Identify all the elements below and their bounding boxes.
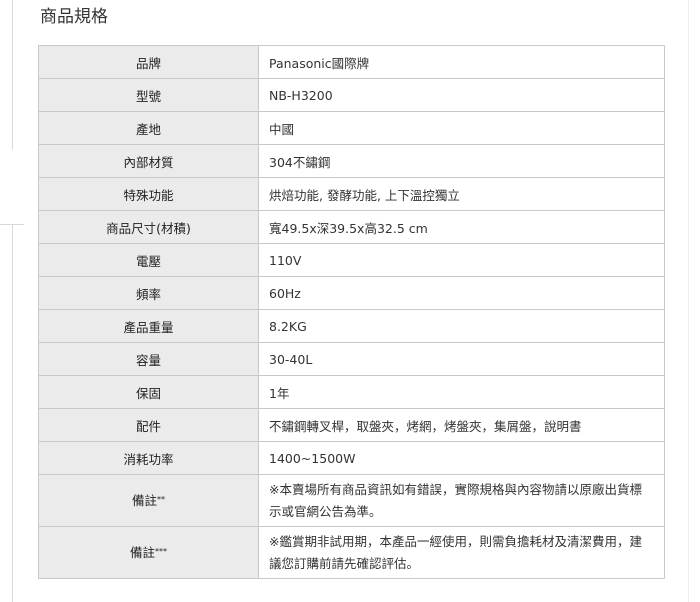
spec-label: 產品重量: [38, 309, 259, 343]
spec-row-voltage: 電壓 110V: [38, 243, 665, 277]
spec-value: Panasonic國際牌: [258, 45, 665, 79]
spec-value: 烘焙功能, 發酵功能, 上下溫控獨立: [258, 177, 665, 211]
note-mark: **: [157, 495, 165, 504]
spec-label: 消耗功率: [38, 441, 259, 475]
spec-label: 備註: [131, 493, 157, 508]
spec-table: 品牌 Panasonic國際牌 型號 NB-H3200 產地 中國 內部材質 3…: [38, 45, 665, 579]
spec-value: ※本賣場所有商品資訊如有錯誤，實際規格與內容物請以原廠出貨標示或官網公告為準。: [258, 474, 665, 527]
spec-row-model: 型號 NB-H3200: [38, 78, 665, 112]
spec-label: 配件: [38, 408, 259, 442]
spec-label-cell: 備註***: [38, 526, 259, 579]
spec-row-brand: 品牌 Panasonic國際牌: [38, 45, 665, 79]
spec-row-origin: 產地 中國: [38, 111, 665, 145]
spec-row-accessories: 配件 不鏽鋼轉叉桿，取盤夾，烤網，烤盤夾，集屑盤，說明書: [38, 408, 665, 442]
note-mark: ***: [155, 547, 167, 556]
spec-row-power: 消耗功率 1400~1500W: [38, 441, 665, 475]
spec-value: NB-H3200: [258, 78, 665, 112]
spec-label: 特殊功能: [38, 177, 259, 211]
spec-label: 品牌: [38, 45, 259, 79]
spec-value: 不鏽鋼轉叉桿，取盤夾，烤網，烤盤夾，集屑盤，說明書: [258, 408, 665, 442]
spec-value: 8.2KG: [258, 309, 665, 343]
spec-row-material: 內部材質 304不鏽鋼: [38, 144, 665, 178]
spec-label: 產地: [38, 111, 259, 145]
spec-label: 內部材質: [38, 144, 259, 178]
spec-label: 容量: [38, 342, 259, 376]
spec-row-note-2: 備註*** ※鑑賞期非試用期，本產品一經使用，則需負擔耗材及清潔費用，建議您訂購…: [38, 526, 665, 579]
spec-row-features: 特殊功能 烘焙功能, 發酵功能, 上下溫控獨立: [38, 177, 665, 211]
spec-label: 商品尺寸(材積): [38, 210, 259, 244]
spec-row-weight: 產品重量 8.2KG: [38, 309, 665, 343]
spec-value: 1年: [258, 375, 665, 409]
spec-label-cell: 備註**: [38, 474, 259, 527]
frame-border-left: [12, 0, 13, 150]
spec-label: 型號: [38, 78, 259, 112]
spec-label: 備註: [129, 545, 155, 560]
spec-value: ※鑑賞期非試用期，本產品一經使用，則需負擔耗材及清潔費用，建議您訂購前請先確認評…: [258, 526, 665, 579]
frame-border-left-lower: [12, 224, 13, 602]
spec-value: 304不鏽鋼: [258, 144, 665, 178]
spec-row-warranty: 保固 1年: [38, 375, 665, 409]
spec-label: 電壓: [38, 243, 259, 277]
spec-row-note-1: 備註** ※本賣場所有商品資訊如有錯誤，實際規格與內容物請以原廠出貨標示或官網公…: [38, 474, 665, 527]
spec-value: 中國: [258, 111, 665, 145]
spec-value: 60Hz: [258, 276, 665, 310]
spec-value: 1400~1500W: [258, 441, 665, 475]
spec-row-frequency: 頻率 60Hz: [38, 276, 665, 310]
spec-value: 110V: [258, 243, 665, 277]
spec-value: 寬49.5x深39.5x高32.5 cm: [258, 210, 665, 244]
spec-row-capacity: 容量 30-40L: [38, 342, 665, 376]
frame-border-right: [688, 0, 689, 602]
spec-row-dimensions: 商品尺寸(材積) 寬49.5x深39.5x高32.5 cm: [38, 210, 665, 244]
section-title: 商品規格: [40, 7, 108, 27]
frame-divider-tick: [0, 224, 24, 225]
spec-label: 保固: [38, 375, 259, 409]
spec-value: 30-40L: [258, 342, 665, 376]
spec-label: 頻率: [38, 276, 259, 310]
